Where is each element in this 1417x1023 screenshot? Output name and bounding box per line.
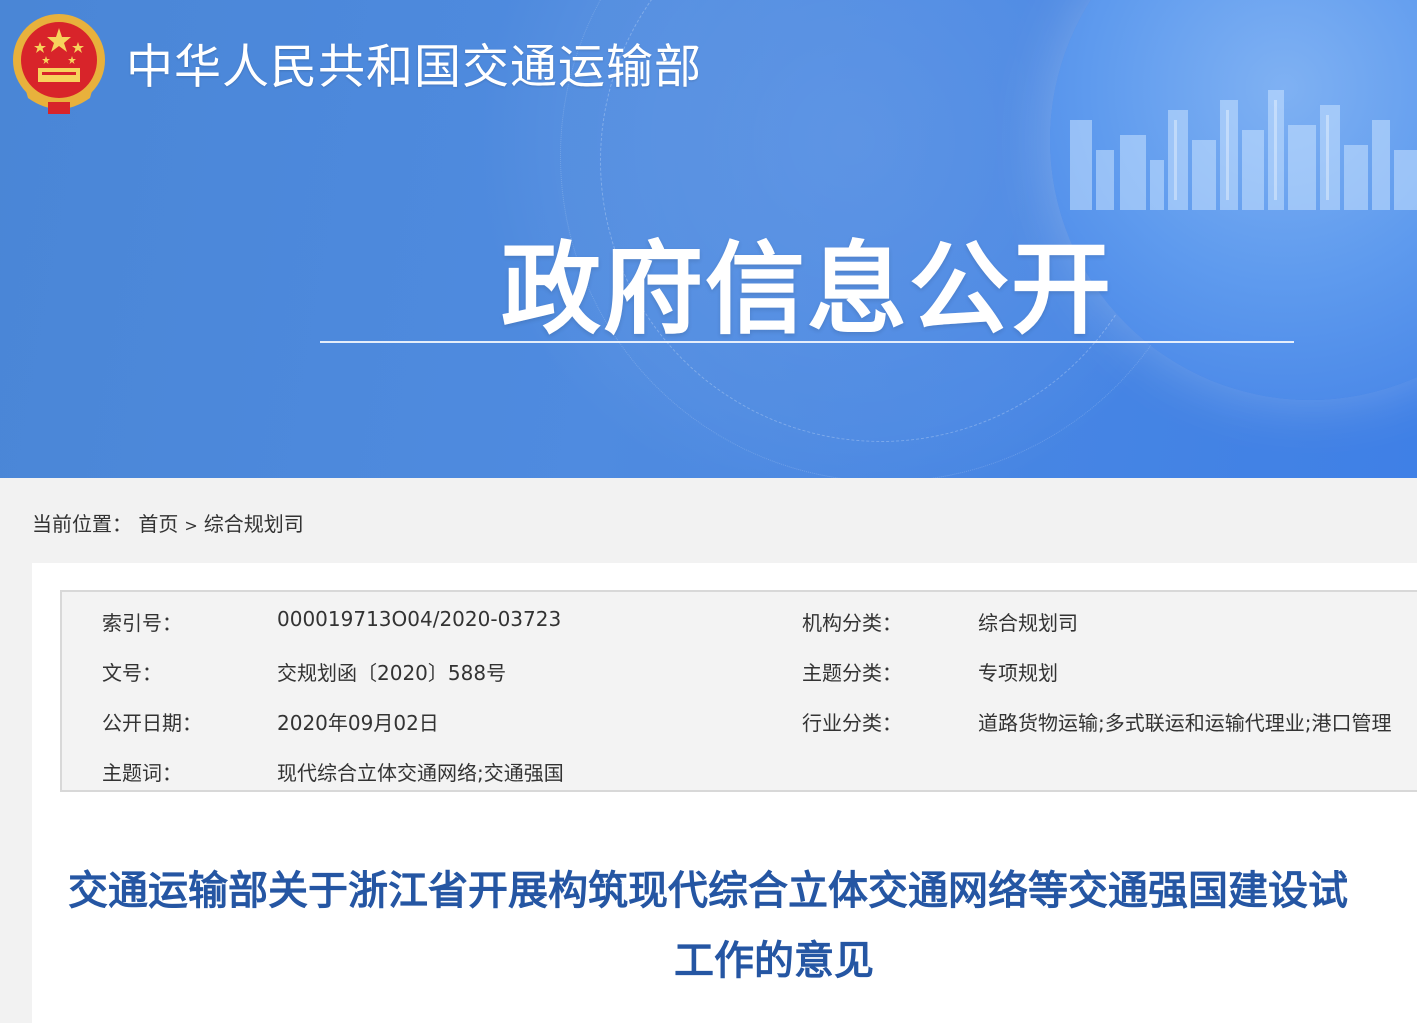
industry-category-label: 行业分类： <box>802 711 902 735</box>
header-banner: 中华人民共和国交通运输部 政府信息公开 <box>0 0 1417 478</box>
metadata-row: 文号： 交规划函〔2020〕588号 主题分类： 专项规划 <box>62 657 1417 687</box>
org-category-label: 机构分类： <box>802 611 902 635</box>
index-no-label: 索引号： <box>102 611 182 635</box>
doc-no-label: 文号： <box>102 661 162 685</box>
breadcrumb-separator: > <box>184 516 198 535</box>
keywords-value: 现代综合立体交通网络;交通强国 <box>277 761 564 785</box>
national-emblem-icon <box>13 14 105 114</box>
city-skyline-graphic <box>1070 90 1417 210</box>
metadata-row: 主题词： 现代综合立体交通网络;交通强国 <box>62 757 1417 787</box>
breadcrumb-label: 当前位置： <box>32 512 132 536</box>
publish-date-value: 2020年09月02日 <box>277 711 439 735</box>
doc-no-value: 交规划函〔2020〕588号 <box>277 661 507 685</box>
org-category-value: 综合规划司 <box>978 611 1078 635</box>
index-no-value: 000019713O04/2020-03723 <box>277 607 562 631</box>
breadcrumb-department-link[interactable]: 综合规划司 <box>204 512 304 536</box>
metadata-row: 公开日期： 2020年09月02日 行业分类： 道路货物运输;多式联运和运输代理… <box>62 707 1417 737</box>
content-panel: 索引号： 000019713O04/2020-03723 机构分类： 综合规划司… <box>32 563 1417 1023</box>
industry-category-value: 道路货物运输;多式联运和运输代理业;港口管理 <box>978 711 1392 735</box>
publish-date-label: 公开日期： <box>102 711 202 735</box>
article-title-line-1: 交通运输部关于浙江省开展构筑现代综合立体交通网络等交通强国建设试 <box>68 868 1348 914</box>
metadata-row: 索引号： 000019713O04/2020-03723 机构分类： 综合规划司 <box>62 607 1417 637</box>
topic-category-value: 专项规划 <box>978 661 1058 685</box>
breadcrumb-home-link[interactable]: 首页 <box>138 512 178 536</box>
topic-category-label: 主题分类： <box>802 661 902 685</box>
org-name: 中华人民共和国交通运输部 <box>126 40 702 95</box>
keywords-label: 主题词： <box>102 761 182 785</box>
title-divider <box>320 341 1294 343</box>
section-title: 政府信息公开 <box>501 231 1113 348</box>
breadcrumb: 当前位置： 首页 > 综合规划司 <box>32 508 304 537</box>
document-metadata-table: 索引号： 000019713O04/2020-03723 机构分类： 综合规划司… <box>60 590 1417 792</box>
article-title-line-2: 工作的意见 <box>674 938 874 984</box>
